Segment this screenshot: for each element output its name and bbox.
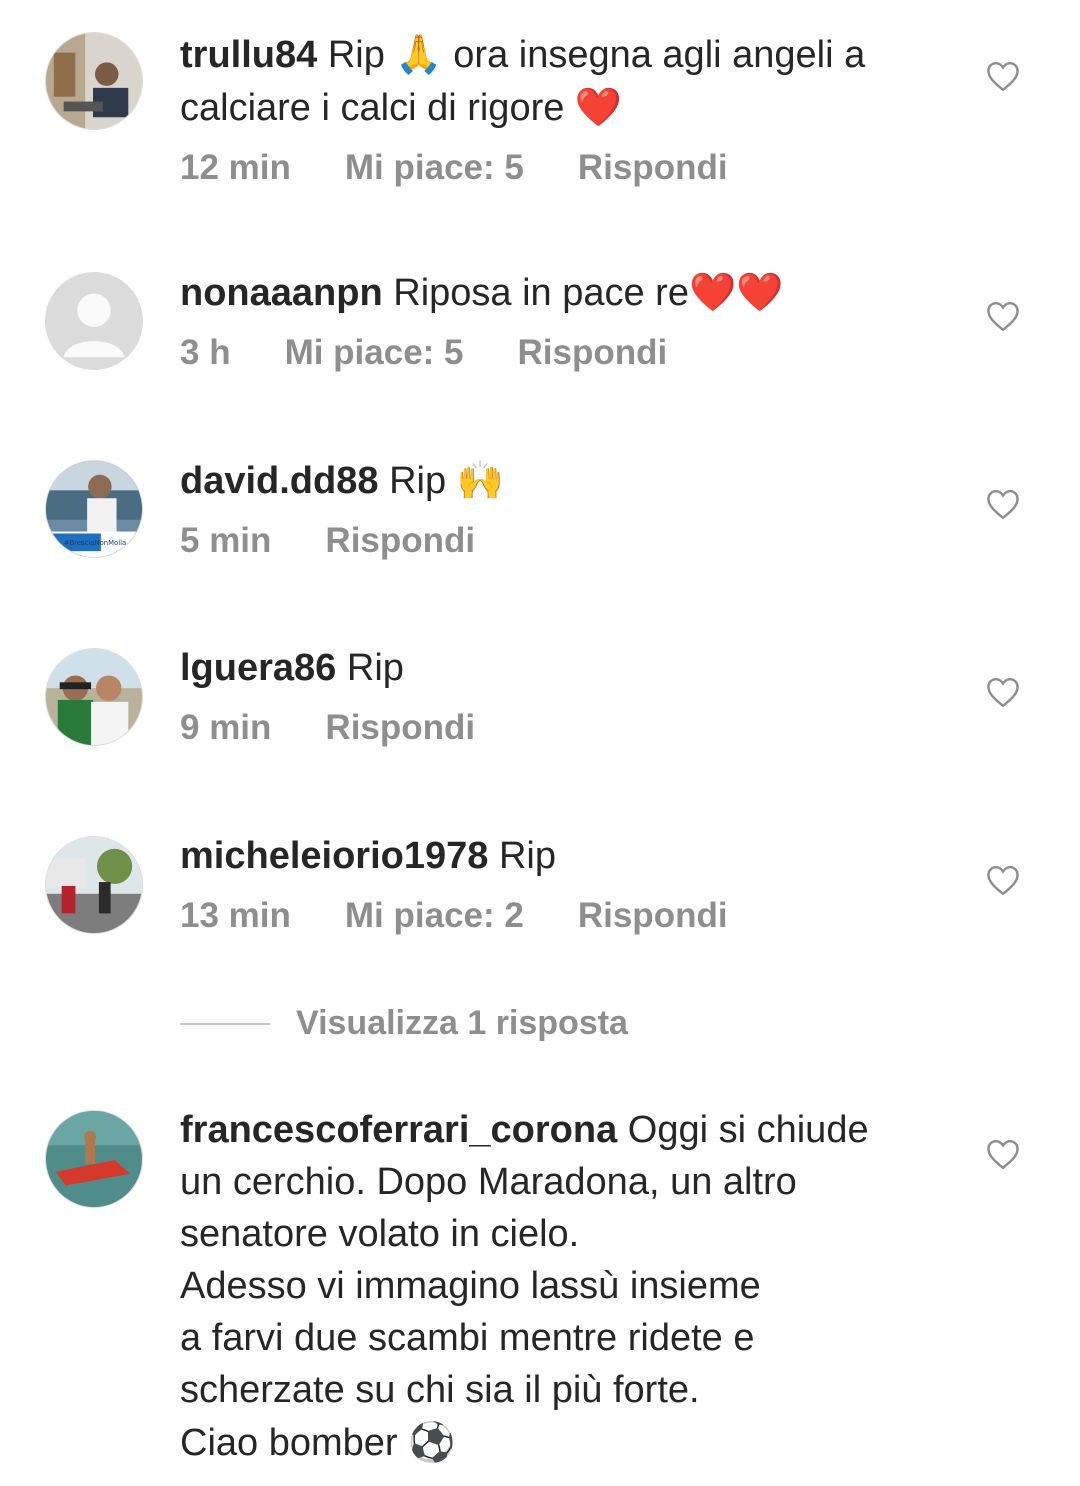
heart-outline-icon[interactable] xyxy=(985,676,1021,708)
comment-line: un cerchio. Dopo Maradona, un altro xyxy=(180,1161,797,1203)
folded-hands-emoji-icon: 🙏 xyxy=(395,32,443,76)
comment-meta: 9 min Rispondi xyxy=(180,708,940,748)
comment-meta: 3 h Mi piace: 5 Rispondi xyxy=(180,333,940,373)
comment-line: Ciao bomber xyxy=(180,1422,398,1464)
heart-outline-icon[interactable] xyxy=(985,1138,1021,1170)
avatar[interactable] xyxy=(45,836,143,934)
avatar[interactable] xyxy=(45,648,143,746)
likes-count[interactable]: Mi piace: 5 xyxy=(345,148,524,187)
comment-line: Oggi si chiude xyxy=(627,1109,869,1151)
comment-text: trullu84 Rip 🙏 ora insegna agli angeli a… xyxy=(180,28,940,134)
comment-text: lguera86 Rip xyxy=(180,642,940,694)
comment-body: Rip xyxy=(498,835,556,877)
comment-text: francescoferrari_corona Oggi si chiude u… xyxy=(180,1104,940,1469)
username[interactable]: trullu84 xyxy=(180,34,317,76)
heart-outline-icon[interactable] xyxy=(985,488,1021,520)
heart-outline-icon[interactable] xyxy=(985,300,1021,332)
username[interactable]: david.dd88 xyxy=(180,460,379,502)
comment-text: nonaaanpn Riposa in pace re❤️❤️ xyxy=(180,266,940,319)
comment-text: micheleiorio1978 Rip xyxy=(180,830,940,882)
comment-body: Riposa in pace re xyxy=(393,272,689,314)
avatar[interactable] xyxy=(45,1110,143,1208)
username[interactable]: francescoferrari_corona xyxy=(180,1109,617,1151)
avatar-caption: #BresciaNonMolla xyxy=(64,539,126,547)
comment-meta: 5 min Rispondi xyxy=(180,521,940,561)
divider xyxy=(180,1022,270,1025)
comment-text: david.dd88 Rip 🙌 xyxy=(180,454,940,507)
view-replies-label: Visualizza 1 risposta xyxy=(296,1004,628,1042)
comment-meta: 12 min Mi piace: 5 Rispondi xyxy=(180,148,940,188)
username[interactable]: nonaaanpn xyxy=(180,272,383,314)
view-replies-button[interactable]: Visualizza 1 risposta xyxy=(180,1004,628,1043)
avatar[interactable]: #BresciaNonMolla xyxy=(45,460,143,558)
comment-line: a farvi due scambi mentre ridete e xyxy=(180,1317,755,1359)
comment-line: senatore volato in cielo. xyxy=(180,1213,580,1255)
username[interactable]: lguera86 xyxy=(180,647,336,689)
reply-button[interactable]: Rispondi xyxy=(518,333,668,372)
red-heart-emoji-icon: ❤️ xyxy=(574,85,623,129)
comment-time: 5 min xyxy=(180,521,272,560)
raising-hands-emoji-icon: 🙌 xyxy=(456,458,504,502)
likes-count[interactable]: Mi piace: 5 xyxy=(285,333,464,372)
reply-button[interactable]: Rispondi xyxy=(325,708,475,747)
comment-body: Rip xyxy=(327,34,396,76)
comment-body: Rip xyxy=(346,647,404,689)
comment-meta: 13 min Mi piace: 2 Rispondi xyxy=(180,896,940,936)
reply-button[interactable]: Rispondi xyxy=(325,521,475,560)
comment-line: scherzate su chi sia il più forte. xyxy=(180,1369,700,1411)
soccer-ball-emoji-icon: ⚽ xyxy=(408,1420,456,1464)
comment-body: Rip xyxy=(389,460,457,502)
comment-time: 12 min xyxy=(180,148,291,187)
reply-button[interactable]: Rispondi xyxy=(578,148,728,187)
heart-outline-icon[interactable] xyxy=(985,864,1021,896)
reply-button[interactable]: Rispondi xyxy=(578,896,728,935)
comment-time: 9 min xyxy=(180,708,272,747)
likes-count[interactable]: Mi piace: 2 xyxy=(345,896,524,935)
comment-time: 13 min xyxy=(180,896,291,935)
red-heart-emoji-icon: ❤️❤️ xyxy=(688,270,784,314)
avatar[interactable] xyxy=(45,272,143,370)
avatar[interactable] xyxy=(45,32,143,130)
comment-time: 3 h xyxy=(180,333,231,372)
heart-outline-icon[interactable] xyxy=(985,60,1021,92)
username[interactable]: micheleiorio1978 xyxy=(180,835,488,877)
comment-line: Adesso vi immagino lassù insieme xyxy=(180,1265,761,1307)
